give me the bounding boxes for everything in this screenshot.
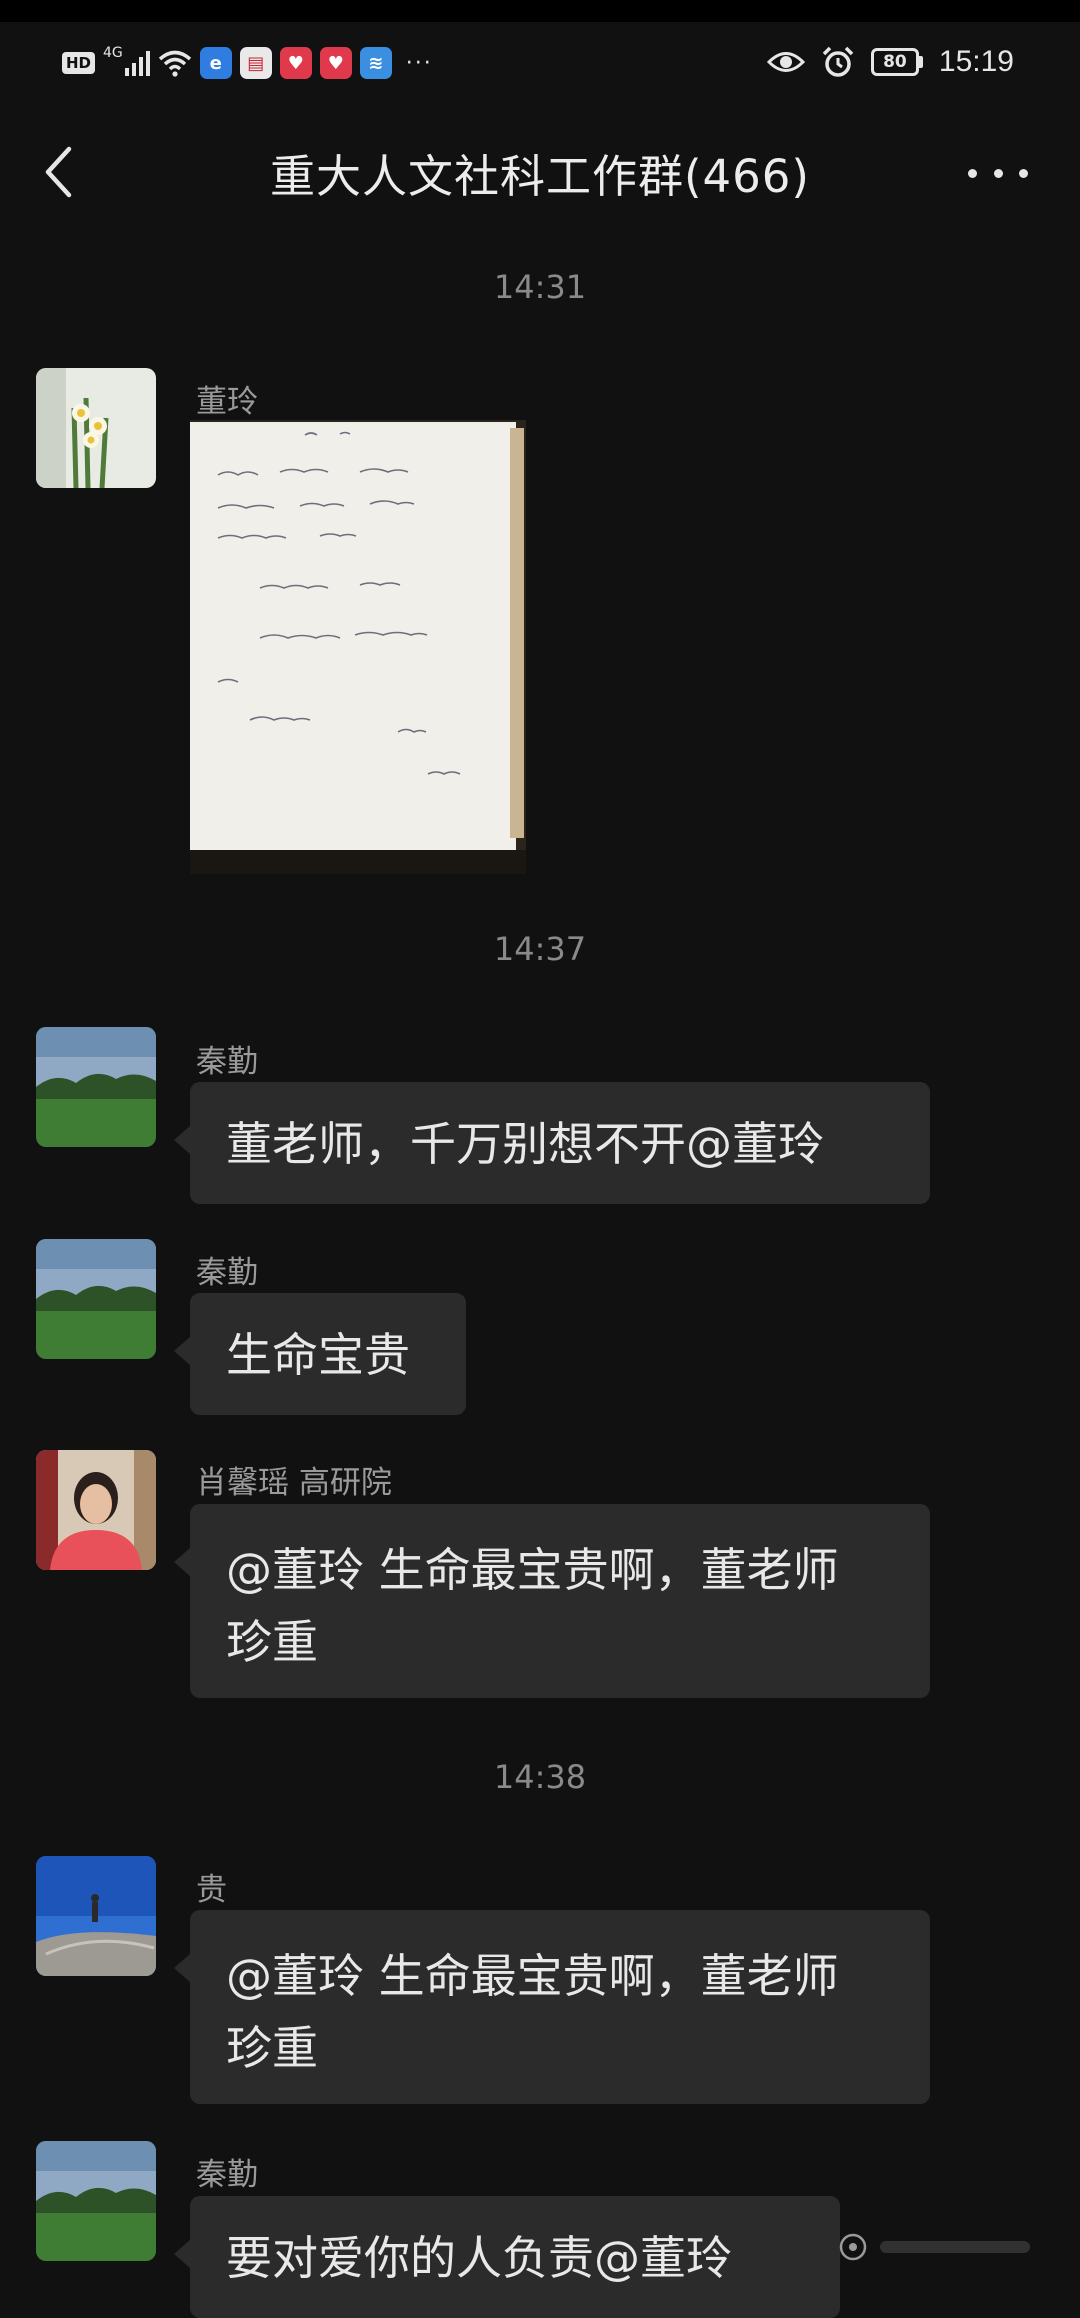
avatar[interactable] <box>36 1239 156 1359</box>
message-bubble[interactable]: @董玲 生命最宝贵啊，董老师 珍重 <box>174 1910 930 2104</box>
timestamp: 14:38 <box>493 1758 587 1796</box>
clock: 15:19 <box>938 45 1014 78</box>
battery-level: 80 <box>870 48 919 76</box>
network-type: 4G <box>103 45 123 61</box>
timestamp: 14:31 <box>493 268 587 306</box>
top-strip <box>0 0 1080 22</box>
message-bubble[interactable]: 董老师，千万别想不开@董玲 <box>174 1082 930 1204</box>
message-text: 要对爱你的人负责@董玲 <box>226 2231 732 2285</box>
sender-name: 贵 <box>196 1872 227 1908</box>
layers-app-icon: ≋ <box>359 47 392 79</box>
message-text: 生命宝贵 <box>226 1328 410 1382</box>
signal-icon <box>124 50 150 76</box>
alarm-icon <box>822 46 854 77</box>
more-dot-icon <box>968 168 977 178</box>
store-app-icon: ▤ <box>239 47 272 79</box>
sender-name: 肖馨瑶 高研院 <box>196 1465 392 1501</box>
chat-title: 重大人文社科工作群(466) <box>269 150 810 203</box>
chat-header: 重大人文社科工作群(466) <box>0 118 1080 228</box>
message-bubble[interactable]: 生命宝贵 <box>174 1293 466 1415</box>
more-options-button[interactable] <box>968 158 1028 188</box>
more-notifications-icon: ··· <box>405 50 433 76</box>
message-bubble[interactable]: 要对爱你的人负责@董玲 <box>174 2196 840 2318</box>
sender-name: 董玲 <box>196 384 258 420</box>
hd-badge: HD <box>62 52 96 74</box>
avatar[interactable] <box>36 2141 156 2261</box>
status-bar: HD 4G e ▤ ♥ ♥ ≋ ··· 80 15:19 <box>0 22 1080 100</box>
heart-app-icon: ♥ <box>279 47 312 79</box>
message-text-line: @董玲 生命最宝贵啊，董老师 <box>226 1543 839 1597</box>
avatar[interactable] <box>36 1450 156 1570</box>
watermark <box>838 2232 1030 2262</box>
status-right: 80 15:19 <box>766 42 1014 82</box>
eye-icon <box>766 52 805 72</box>
sender-name: 秦勤 <box>196 1255 258 1291</box>
battery-icon: 80 <box>870 48 923 76</box>
status-left: HD 4G e ▤ ♥ ♥ ≋ ··· <box>62 44 433 82</box>
image-message[interactable] <box>190 420 526 874</box>
heart-app-icon-2: ♥ <box>319 47 352 79</box>
message-text: 董老师，千万别想不开@董玲 <box>226 1117 824 1171</box>
message-bubble[interactable]: @董玲 生命最宝贵啊，董老师 珍重 <box>174 1504 930 1698</box>
avatar[interactable] <box>36 1856 156 1976</box>
avatar[interactable] <box>36 1027 156 1147</box>
timestamp: 14:37 <box>493 930 587 968</box>
sender-name: 秦勤 <box>196 1044 258 1080</box>
message-text-line: @董玲 生命最宝贵啊，董老师 <box>226 1949 839 2003</box>
sender-name: 秦勤 <box>196 2157 258 2193</box>
message-text-line: 珍重 <box>226 1615 318 1669</box>
message-text-line: 珍重 <box>226 2021 318 2075</box>
browser-app-icon: e <box>199 47 232 79</box>
wifi-icon <box>158 50 191 77</box>
watermark-logo-icon <box>839 2233 867 2261</box>
avatar[interactable] <box>36 368 156 488</box>
